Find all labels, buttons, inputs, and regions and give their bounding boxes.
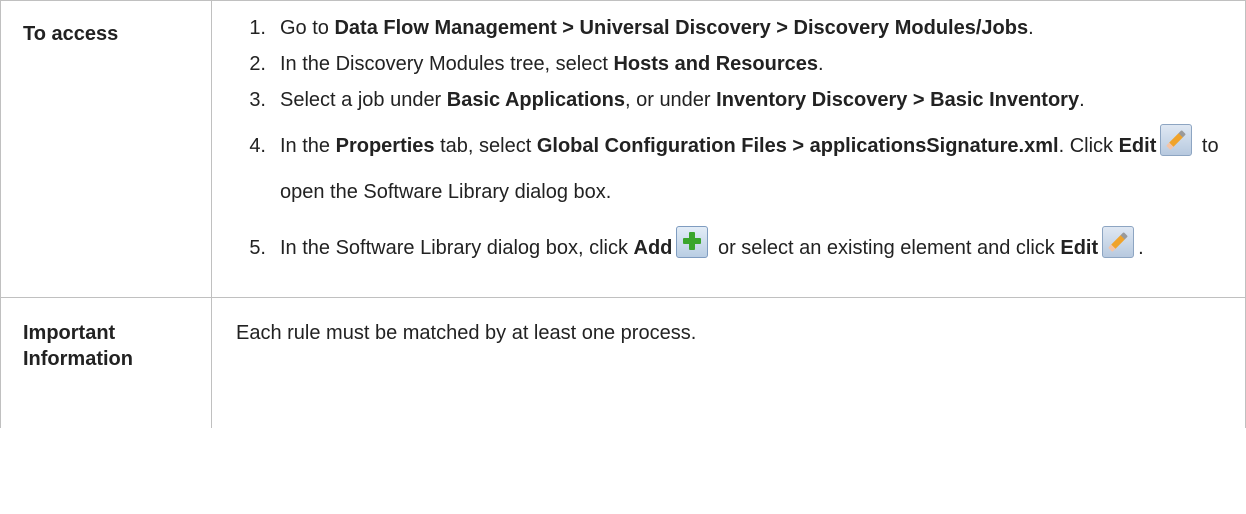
step-number: 3.	[249, 89, 266, 111]
step-3: 3. Select a job under Basic Applications…	[236, 87, 1235, 113]
access-steps-cell: 1. Go to Data Flow Management > Universa…	[211, 0, 1246, 298]
step-5: 5. In the Software Library dialog box, c…	[236, 225, 1235, 271]
step-plain-text: .	[1028, 17, 1034, 39]
step-1: 1. Go to Data Flow Management > Universa…	[236, 15, 1235, 41]
config-file-path: Global Configuration Files > application…	[536, 135, 1059, 157]
access-steps-list: 1. Go to Data Flow Management > Universa…	[236, 15, 1235, 271]
step-plain-text: In the Discovery Modules tree, select	[280, 53, 614, 75]
step-plain-text: Go to	[280, 17, 335, 39]
button-name: Add	[633, 237, 673, 259]
access-row: To access 1. Go to Data Flow Management …	[0, 0, 1246, 298]
job-group-name: Basic Applications	[446, 89, 625, 111]
step-plain-text: In the	[280, 135, 336, 157]
step-text: In the Software Library dialog box, clic…	[280, 226, 1144, 259]
job-group-name: Inventory Discovery > Basic Inventory	[716, 89, 1080, 111]
step-2: 2. In the Discovery Modules tree, select…	[236, 51, 1235, 77]
step-4: 4. In the Properties tab, select Global …	[236, 123, 1235, 215]
step-number: 4.	[249, 135, 266, 157]
add-plus-icon	[676, 226, 709, 258]
menu-path: Data Flow Management > Universal Discove…	[334, 17, 1029, 39]
step-plain-text: In the Software Library dialog box, clic…	[280, 237, 634, 259]
button-name: Edit	[1118, 135, 1157, 157]
step-text: In the Discovery Modules tree, select Ho…	[280, 53, 824, 75]
step-number: 5.	[249, 237, 266, 259]
tree-node-name: Hosts and Resources	[613, 53, 818, 75]
step-plain-text: or select an existing element and click	[712, 237, 1061, 259]
step-plain-text: .	[1079, 89, 1085, 111]
step-text: In the Properties tab, select Global Con…	[280, 124, 1219, 203]
edit-pencil-icon	[1160, 124, 1193, 156]
important-label: Important Information	[0, 297, 212, 428]
step-plain-text: Select a job under	[280, 89, 447, 111]
important-row: Important Information Each rule must be …	[0, 297, 1246, 428]
step-text: Go to Data Flow Management > Universal D…	[280, 17, 1034, 39]
step-plain-text: .	[818, 53, 824, 75]
step-number: 2.	[249, 53, 266, 75]
step-plain-text: tab, select	[434, 135, 537, 157]
step-text: Select a job under Basic Applications, o…	[280, 89, 1085, 111]
button-name: Edit	[1060, 237, 1099, 259]
step-plain-text: . Click	[1058, 135, 1119, 157]
tab-name: Properties	[335, 135, 435, 157]
access-label: To access	[0, 0, 212, 298]
edit-pencil-icon	[1102, 226, 1135, 258]
info-table: To access 1. Go to Data Flow Management …	[0, 0, 1246, 428]
important-text: Each rule must be matched by at least on…	[211, 297, 1246, 428]
step-number: 1.	[249, 17, 266, 39]
step-plain-text: .	[1138, 237, 1144, 259]
step-plain-text: , or under	[624, 89, 717, 111]
